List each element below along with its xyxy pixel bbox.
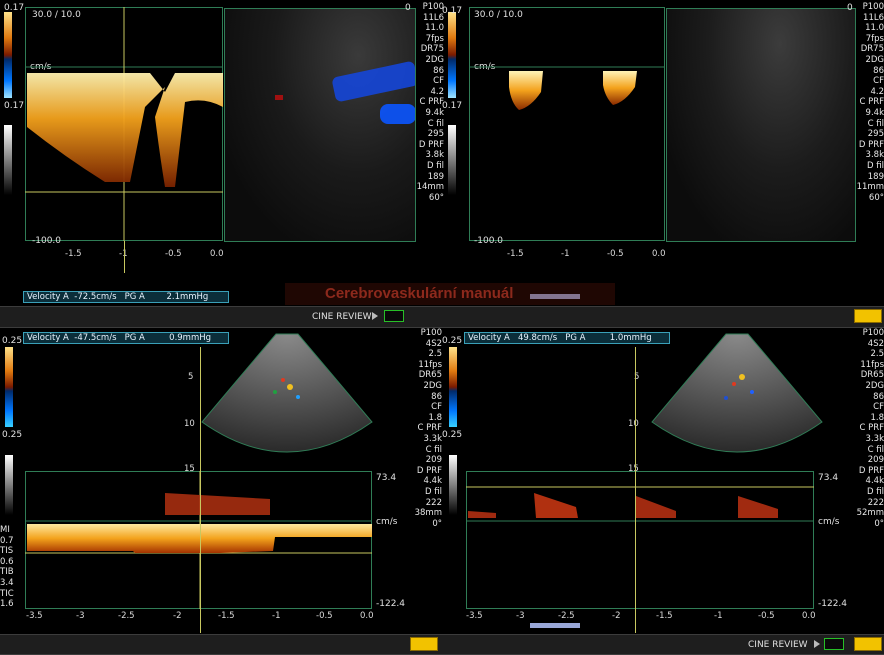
caliper-icon[interactable] — [410, 637, 438, 651]
depth-marker: 0 — [405, 3, 411, 13]
depth-tick: 10 — [628, 419, 639, 429]
x-tick: -0.5 — [165, 249, 182, 259]
scale-top-value: 0.17 — [442, 6, 463, 16]
unit-label: cm/s — [376, 517, 398, 527]
grayscale-bar — [448, 125, 456, 195]
bottom-velocity: -122.4 — [376, 599, 406, 609]
x-tick: -1.5 — [218, 611, 235, 621]
x-tick: -1 — [561, 249, 570, 259]
top-velocity: 73.4 — [376, 473, 397, 483]
cursor-line[interactable] — [200, 347, 201, 633]
imaging-parameters: P100 11L6 11.0 7fps DR75 2DG 86 CF 4.2 C… — [856, 2, 884, 203]
cine-progress-bar[interactable] — [530, 623, 580, 628]
grayscale-bar — [4, 125, 12, 195]
x-tick: -1.5 — [507, 249, 524, 259]
velocity-color-bar — [5, 347, 13, 427]
color-flow-region — [380, 104, 415, 124]
doppler-spectrum — [25, 471, 372, 609]
depth-marker: 0 — [847, 3, 853, 13]
top-right-quadrant: 0.17 0.17 cm/s 30.0 / 10.0 -100.0 -1.5 -… — [442, 0, 884, 305]
bottom-left-quadrant: Velocity A -47.5cm/s PG A 0.9mmHg 0.25 0… — [0, 327, 442, 633]
grayscale-bar — [449, 455, 457, 515]
imaging-parameters: P100 11L6 11.0 7fps DR75 2DG 86 CF 4.2 C… — [416, 2, 444, 203]
x-tick: -1.5 — [656, 611, 673, 621]
x-tick: -2.5 — [558, 611, 575, 621]
bottom-right-quadrant: Velocity A 49.8cm/s PG A 1.0mmHg 0.25 0.… — [442, 327, 884, 633]
x-tick: 0.0 — [210, 249, 224, 259]
velocity-measurement: Velocity A -72.5cm/s PG A 2.1mmHg — [23, 291, 229, 303]
bottom-velocity: -122.4 — [818, 599, 848, 609]
scale-top-value: 0.25 — [2, 336, 23, 346]
x-tick: 0.0 — [360, 611, 374, 621]
cine-review-label: CINE REVIEW — [748, 640, 808, 650]
x-tick: -1.5 — [65, 249, 82, 259]
color-flow-region — [331, 60, 415, 103]
scale-bottom-value: 0.17 — [4, 101, 25, 111]
doppler-spectrum — [25, 7, 223, 241]
x-tick: -0.5 — [607, 249, 624, 259]
imaging-parameters: P100 4S2 2.5 11fps DR65 2DG 86 CF 1.8 C … — [856, 328, 884, 529]
depth-tick: 10 — [184, 419, 195, 429]
bmode-sector — [201, 333, 373, 453]
safety-indices: MI 0.7 TIS 0.6 TIB 3.4 TIC 1.6 — [0, 525, 14, 610]
cine-loop-icon[interactable] — [384, 310, 404, 322]
x-tick: -3.5 — [26, 611, 43, 621]
velocity-color-bar — [448, 12, 456, 98]
top-velocity: 73.4 — [818, 473, 839, 483]
cine-toolbar-top — [0, 306, 884, 328]
grayscale-bar — [5, 455, 13, 515]
scale-bottom-value: 0.25 — [442, 430, 463, 440]
x-tick: -2.5 — [118, 611, 135, 621]
velocity-color-bar — [449, 347, 457, 427]
x-tick: -0.5 — [316, 611, 333, 621]
x-tick: -0.5 — [758, 611, 775, 621]
bmode-image — [666, 8, 856, 242]
caliper-icon[interactable] — [854, 637, 882, 651]
scale-bottom-value: 0.25 — [2, 430, 23, 440]
doppler-spectrum — [469, 66, 665, 110]
depth-tick: 5 — [188, 372, 194, 382]
caliper-icon[interactable] — [854, 309, 882, 323]
x-tick: -3.5 — [466, 611, 483, 621]
cine-review-label: CINE REVIEW — [312, 312, 372, 322]
watermark: Cerebrovaskulární manuál — [285, 283, 615, 305]
play-arrow-icon[interactable] — [814, 640, 820, 648]
play-arrow-icon[interactable] — [372, 312, 378, 320]
x-tick: -1 — [714, 611, 723, 621]
unit-label: cm/s — [818, 517, 840, 527]
scale-top-value: 0.17 — [4, 3, 25, 13]
x-tick: -3 — [516, 611, 525, 621]
color-flow-red — [275, 95, 283, 100]
scale-bottom-value: 0.17 — [442, 101, 463, 111]
bmode-sector — [651, 333, 823, 453]
scale-top-value: 0.25 — [442, 336, 463, 346]
x-tick: -2 — [612, 611, 621, 621]
doppler-spectrum — [466, 486, 814, 522]
cursor-line[interactable] — [635, 347, 636, 633]
bmode-image — [224, 8, 416, 242]
x-tick: 0.0 — [802, 611, 816, 621]
cine-loop-icon[interactable] — [824, 638, 844, 650]
x-tick: -2 — [173, 611, 182, 621]
top-left-quadrant: 0.17 0.17 cm/s 30.0 / 10.0 -100.0 -1.5 -… — [0, 0, 444, 305]
x-tick: 0.0 — [652, 249, 666, 259]
velocity-color-bar — [4, 12, 12, 98]
x-tick: -3 — [76, 611, 85, 621]
x-tick: -1 — [272, 611, 281, 621]
imaging-parameters: P100 4S2 2.5 11fps DR65 2DG 86 CF 1.8 C … — [414, 328, 442, 529]
cursor-line[interactable] — [124, 241, 125, 273]
